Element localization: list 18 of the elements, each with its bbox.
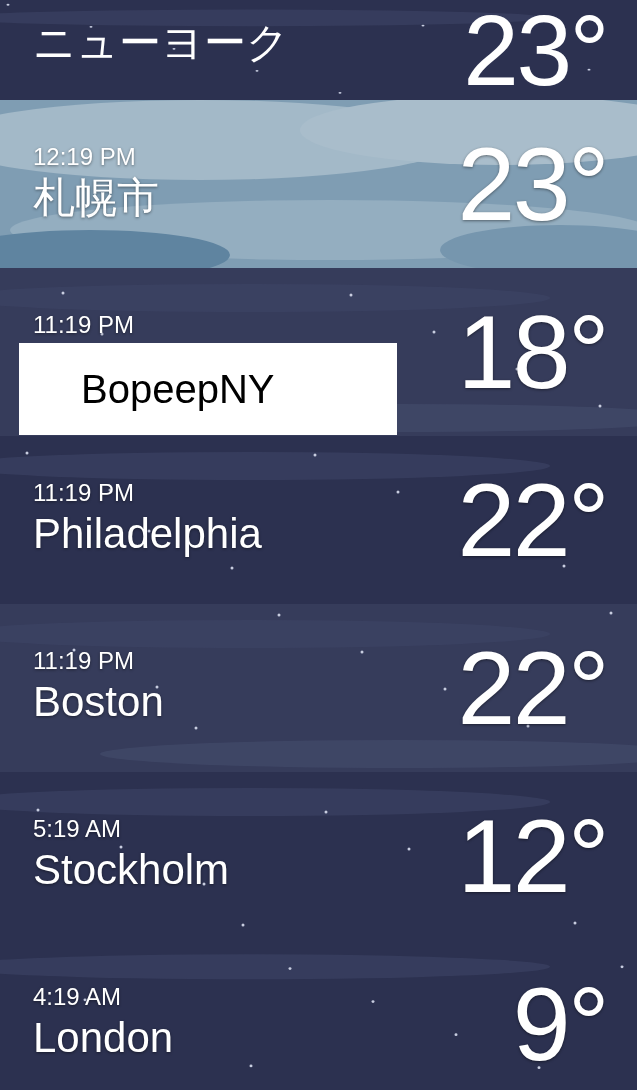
local-time: 11:19 PM	[33, 312, 134, 338]
city-name: London	[33, 1013, 174, 1063]
temperature: 18°	[457, 300, 607, 404]
temperature: 23°	[457, 132, 607, 236]
local-time: 5:19 AM	[33, 816, 123, 842]
city-name: 札幌市	[33, 173, 159, 223]
temperature: 9°	[512, 972, 607, 1076]
temperature: 22°	[457, 636, 607, 740]
city-name: Philadelphia	[33, 509, 262, 559]
city-name: Stockholm	[33, 845, 230, 895]
caption-label: BopeepNY	[19, 343, 397, 435]
local-time: 11:19 PM	[33, 480, 135, 506]
city-name: Boston	[33, 677, 164, 727]
local-time: 11:19 PM	[33, 648, 135, 674]
temperature: 22°	[457, 468, 607, 572]
local-time: 12:19 PM	[33, 144, 137, 170]
local-time: 4:19 AM	[33, 984, 123, 1010]
temperature: 12°	[457, 804, 607, 908]
